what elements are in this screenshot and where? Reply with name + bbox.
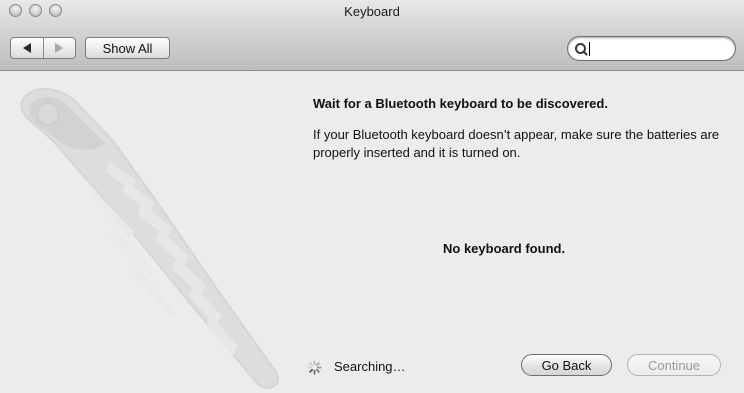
navigation-segment xyxy=(10,37,76,59)
search-field[interactable] xyxy=(567,36,736,61)
back-arrow-icon xyxy=(22,43,31,53)
forward-arrow-icon xyxy=(55,43,64,53)
forward-button[interactable] xyxy=(42,38,76,58)
show-all-button[interactable]: Show All xyxy=(85,37,170,59)
bluetooth-keyboard-icon xyxy=(20,87,279,389)
spinner-icon xyxy=(307,360,322,375)
magnifier-icon xyxy=(574,42,588,56)
back-button[interactable] xyxy=(11,38,43,58)
instruction-heading: Wait for a Bluetooth keyboard to be disc… xyxy=(313,96,608,111)
titlebar: Keyboard Show All xyxy=(0,0,744,71)
search-input[interactable] xyxy=(590,41,735,56)
status-message: No keyboard found. xyxy=(443,241,566,256)
window-title: Keyboard xyxy=(344,4,400,19)
go-back-button[interactable]: Go Back xyxy=(521,354,612,376)
preferences-window: Keyboard Show All Wait for a Bluetooth k… xyxy=(0,0,744,393)
instruction-text: If your Bluetooth keyboard doesn’t appea… xyxy=(313,127,720,160)
continue-button[interactable]: Continue xyxy=(627,354,721,376)
searching-label: Searching… xyxy=(334,359,406,374)
